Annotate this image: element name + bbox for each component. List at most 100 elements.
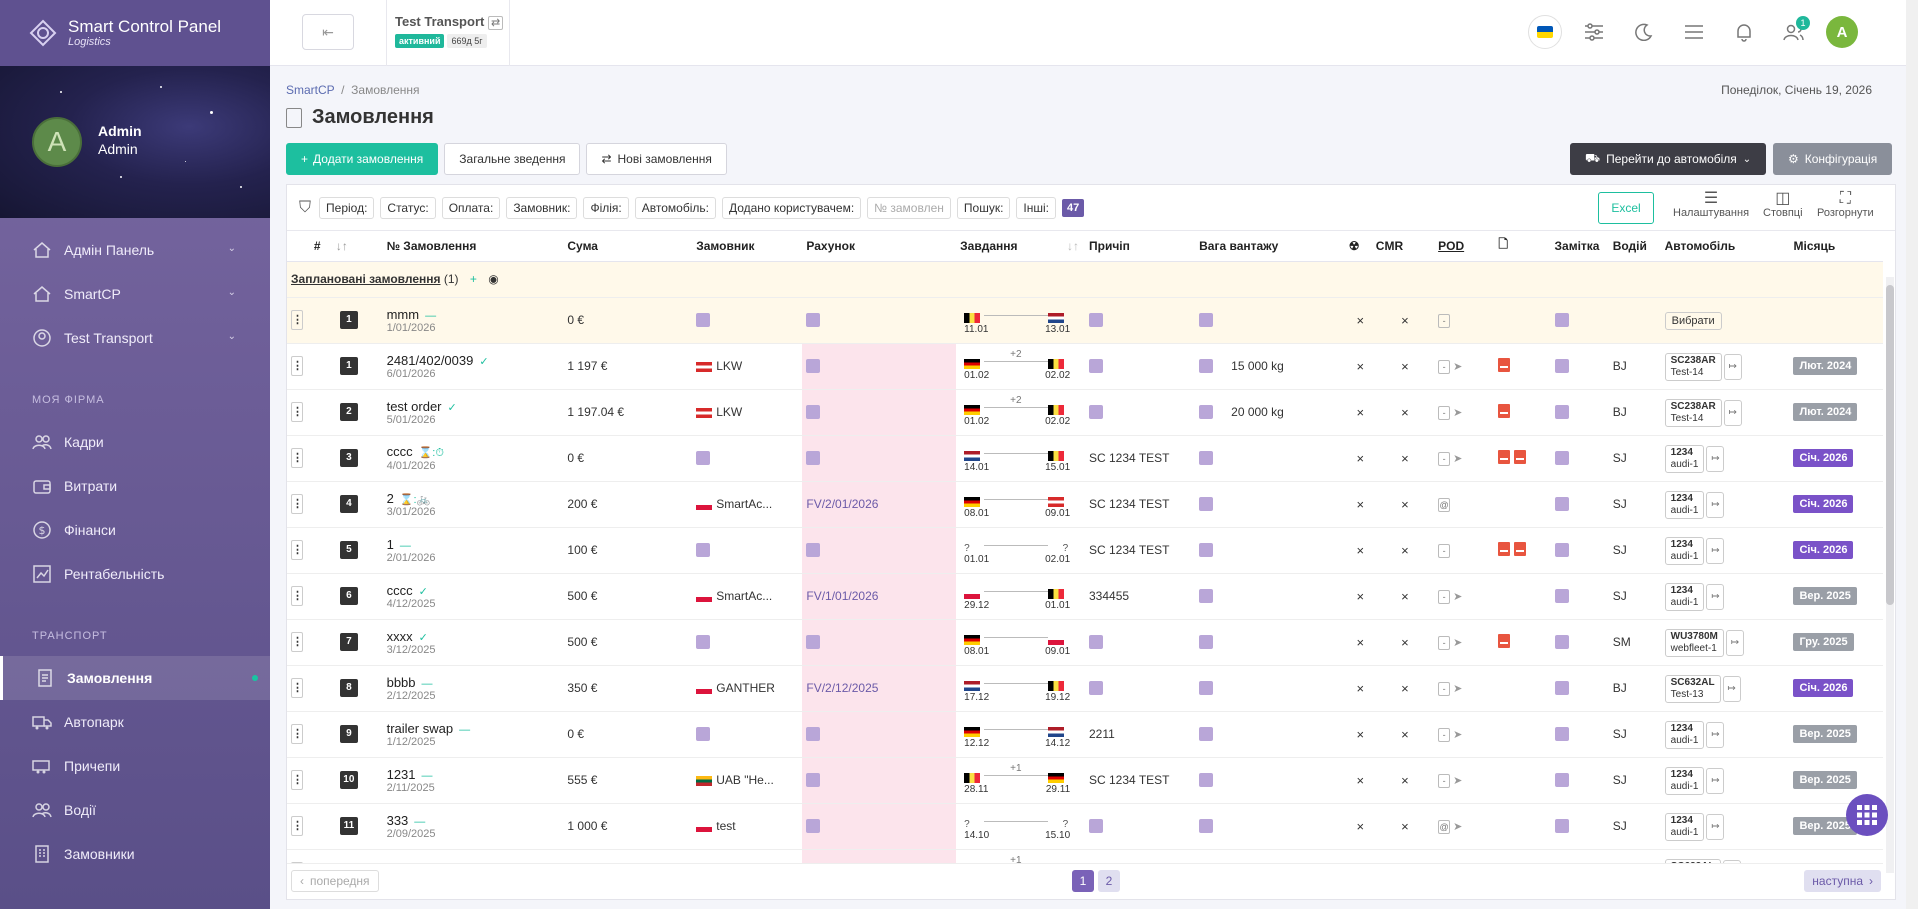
note-square[interactable] bbox=[1554, 543, 1569, 558]
filter-branch[interactable]: Філія: bbox=[583, 196, 629, 219]
vehicle-plate[interactable]: SC632ALTest-13 bbox=[1664, 674, 1721, 703]
vehicle-plate[interactable]: 1234 audi-1 bbox=[1664, 720, 1705, 749]
table-row[interactable]: ⋮ 1 mmm —1/01/2026 0 € 11.01 13.01 × × - Вибрати bbox=[287, 297, 1883, 344]
note-square[interactable] bbox=[1554, 819, 1569, 834]
pdf-icon[interactable] bbox=[1498, 403, 1511, 418]
note-square[interactable] bbox=[1554, 635, 1569, 650]
col-weight[interactable]: Вага вантажу bbox=[1195, 231, 1345, 262]
group-row[interactable]: Заплановані замовлення (1) + ◉ bbox=[287, 261, 1883, 298]
table-row[interactable]: ⋮ 8 bbbb —2/12/2025 350 € GANTHER FV/2/12/2025… bbox=[287, 665, 1883, 712]
row-menu-button[interactable]: ⋮ bbox=[291, 310, 303, 330]
order-cell[interactable]: cccc ⌛:⏱ 4/01/2026 bbox=[387, 444, 564, 472]
invoice-link[interactable]: FV/2/12/2025 bbox=[806, 681, 878, 695]
breadcrumb-root[interactable]: SmartCP bbox=[286, 83, 334, 97]
send-icon[interactable]: ➤ bbox=[1453, 729, 1462, 741]
filter-customer[interactable]: Замовник: bbox=[506, 196, 578, 219]
pod-cell[interactable]: @ ➤ bbox=[1438, 819, 1462, 834]
note-square[interactable] bbox=[1554, 589, 1569, 604]
vehicle-open-icon[interactable]: ↦ bbox=[1706, 491, 1725, 518]
order-number[interactable]: cccc bbox=[387, 583, 413, 598]
pod-cell[interactable]: -➤ bbox=[1438, 405, 1462, 420]
table-row[interactable]: ⋮ 7 xxxx ✓ 3/12/2025 500 € 08.01 09.01 × × - ➤ SM WU3… bbox=[287, 619, 1883, 666]
vehicle-plate[interactable]: SC238AR Test-14 bbox=[1664, 352, 1722, 381]
filter-vehicle[interactable]: Автомобіль: bbox=[634, 196, 716, 219]
customer[interactable]: UAB "He... bbox=[696, 773, 774, 787]
row-menu-button[interactable]: ⋮ bbox=[291, 402, 303, 422]
vehicle-open-icon[interactable]: ↦ bbox=[1706, 767, 1725, 794]
pod-icon[interactable]: - bbox=[1438, 589, 1451, 604]
vehicle-plate[interactable]: 1234 audi-1 bbox=[1664, 444, 1705, 473]
filter-status[interactable]: Статус: bbox=[380, 196, 436, 219]
choose-vehicle-button[interactable]: Вибрати bbox=[1664, 312, 1722, 330]
pod-icon[interactable]: - bbox=[1438, 773, 1451, 788]
vehicle-plate[interactable]: 1234 audi-1 bbox=[1664, 582, 1705, 611]
pod-cell[interactable]: - bbox=[1438, 543, 1453, 558]
send-icon[interactable]: ➤ bbox=[1453, 637, 1462, 649]
sidebar-item-admin-panel[interactable]: Адмін Панель ⌄ bbox=[0, 228, 270, 272]
moon-icon[interactable] bbox=[1626, 14, 1662, 50]
pdf-icon[interactable] bbox=[1498, 633, 1511, 648]
order-number[interactable]: bbbb bbox=[387, 675, 416, 690]
order-number[interactable]: cccc bbox=[387, 444, 413, 459]
row-menu-button[interactable]: ⋮ bbox=[291, 770, 303, 790]
excel-button[interactable]: Excel bbox=[1598, 192, 1654, 224]
vehicle[interactable]: 1234 audi-1 ↦ bbox=[1664, 490, 1725, 519]
row-menu-button[interactable]: ⋮ bbox=[291, 586, 303, 606]
pod-cell[interactable]: -➤ bbox=[1438, 727, 1462, 742]
vehicle[interactable]: SC238AR Test-14 ↦ bbox=[1664, 398, 1742, 427]
vehicle-open-icon[interactable]: ↦ bbox=[1706, 445, 1725, 472]
order-number[interactable]: 2 bbox=[387, 491, 394, 506]
go-to-vehicle-button[interactable]: ⛟ Перейти до автомобіля ⌄ bbox=[1570, 143, 1767, 175]
pod-icon[interactable]: - bbox=[1438, 451, 1451, 466]
col-trailer[interactable]: Причіп bbox=[1085, 231, 1196, 262]
add-icon[interactable]: + bbox=[470, 272, 477, 286]
group-label[interactable]: Заплановані замовлення bbox=[291, 272, 441, 286]
order-cell[interactable]: 2 ⌛:🚲 3/01/2026 bbox=[387, 491, 564, 518]
customer[interactable]: GANTHER bbox=[696, 681, 775, 695]
send-icon[interactable]: ➤ bbox=[1453, 775, 1462, 787]
config-button[interactable]: ⚙ Конфігурація bbox=[1773, 143, 1893, 175]
order-number[interactable]: 1231 bbox=[387, 767, 416, 782]
pod-cell[interactable]: - bbox=[1438, 313, 1453, 328]
table-row[interactable]: ⋮ 5 1—2/01/2026 100 €?? 01.01 02.01 SC 1234 TE… bbox=[287, 527, 1883, 574]
menu-icon[interactable] bbox=[1676, 14, 1712, 50]
order-cell[interactable]: 2481/402/0039 ✓ 6/01/2026 bbox=[387, 353, 564, 380]
customer[interactable] bbox=[696, 543, 711, 558]
route[interactable]: 29.12 01.01 bbox=[960, 580, 1072, 612]
note-square[interactable] bbox=[1554, 313, 1569, 328]
order-cell[interactable]: 1—2/01/2026 bbox=[387, 537, 564, 564]
pod-icon[interactable]: @ bbox=[1438, 497, 1451, 512]
send-icon[interactable]: ➤ bbox=[1453, 453, 1462, 465]
vehicle[interactable]: WU3780M webfleet-1 ↦ bbox=[1664, 628, 1744, 657]
pod-cell[interactable]: -➤ bbox=[1438, 589, 1462, 604]
col-sum[interactable]: Сума bbox=[563, 231, 693, 262]
row-menu-button[interactable]: ⋮ bbox=[291, 724, 303, 744]
customer[interactable]: SmartAc... bbox=[696, 589, 772, 603]
customer[interactable]: LKW bbox=[696, 405, 742, 419]
prev-page-button[interactable]: ‹ попередня bbox=[291, 870, 379, 892]
table-row[interactable]: ⋮ 9 trailer swap — 1/12/2025 0 € 12.12 14.12 221… bbox=[287, 711, 1883, 758]
pod-icon[interactable]: - bbox=[1438, 635, 1451, 650]
row-menu-button[interactable]: ⋮ bbox=[291, 678, 303, 698]
order-number[interactable]: xxxx bbox=[387, 629, 413, 644]
sort-icon[interactable]: ↓↑ bbox=[1067, 239, 1079, 253]
note-square[interactable] bbox=[1554, 681, 1569, 696]
order-number[interactable]: 2481/402/0039 bbox=[387, 353, 474, 368]
vehicle[interactable]: 1234 audi-1 ↦ bbox=[1664, 582, 1725, 611]
route[interactable]: +1 28.11 29.11 bbox=[960, 763, 1072, 796]
col-task[interactable]: Завдання ↓↑ bbox=[956, 231, 1085, 262]
customer[interactable] bbox=[696, 451, 711, 466]
sliders-icon[interactable] bbox=[1576, 14, 1612, 50]
vehicle[interactable]: 1234 audi-1 ↦ bbox=[1664, 720, 1725, 749]
sort-icon[interactable]: ↓↑ bbox=[336, 239, 348, 253]
route[interactable]: 17.12 19.12 bbox=[960, 672, 1072, 704]
pod-icon[interactable]: - bbox=[1438, 359, 1451, 374]
filter-other[interactable]: Інші: bbox=[1016, 196, 1056, 219]
route[interactable]: +2 01.02 02.02 bbox=[960, 349, 1072, 382]
next-page-button[interactable]: наступна › bbox=[1804, 870, 1881, 892]
order-number[interactable]: mmm bbox=[387, 307, 420, 322]
order-number[interactable]: 333 bbox=[387, 813, 409, 828]
order-number-input[interactable]: № замовлен bbox=[867, 196, 951, 219]
vehicle-plate[interactable]: 1234 audi-1 bbox=[1664, 766, 1705, 795]
col-vehicle[interactable]: Автомобіль bbox=[1660, 231, 1790, 262]
